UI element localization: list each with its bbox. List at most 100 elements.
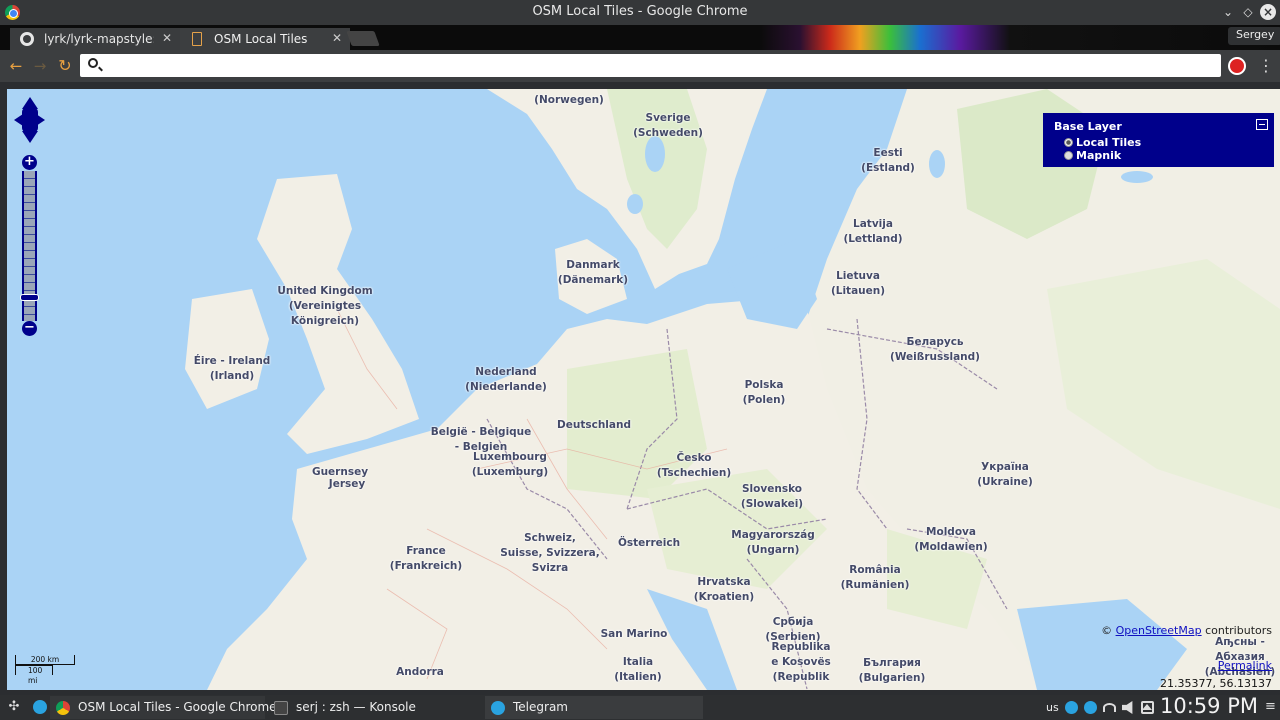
basemap-tiles xyxy=(185,89,1280,690)
app-launcher-icon[interactable]: ✣ xyxy=(6,699,22,715)
extension-icon[interactable] xyxy=(1228,57,1246,75)
task-telegram[interactable]: Telegram xyxy=(485,696,703,719)
minimize-icon[interactable] xyxy=(1256,119,1268,130)
place-label: Аҧсны - Абхазия (Abchasien) xyxy=(1204,636,1276,678)
attribution-suffix: contributors xyxy=(1205,624,1272,637)
telegram-tray-icon[interactable] xyxy=(1084,701,1097,714)
tab-label: lyrk/lyrk-mapstyle: The xyxy=(44,32,154,46)
place-label: Italia (Italien) xyxy=(614,656,662,683)
close-icon[interactable]: ✕ xyxy=(332,31,342,45)
chrome-icon xyxy=(56,701,70,715)
map-attribution: © OpenStreetMap contributors xyxy=(1101,624,1272,637)
osm-attribution-link[interactable]: OpenStreetMap xyxy=(1116,624,1202,637)
telegram-icon xyxy=(491,701,505,715)
pan-zoom-control: + − xyxy=(14,97,46,337)
place-label: Danmark (Dänemark) xyxy=(557,259,629,286)
mouse-position-readout: 21.35377, 56.13137 xyxy=(1160,677,1272,690)
attribution-prefix: © xyxy=(1101,624,1113,637)
place-label: Luxembourg (Luxemburg) xyxy=(471,451,549,478)
zoom-out-icon[interactable]: − xyxy=(22,321,37,336)
window-titlebar: OSM Local Tiles - Google Chrome ⌄ ◇ × xyxy=(0,0,1280,25)
zoom-slider-handle[interactable] xyxy=(20,294,39,301)
place-label: România (Rumänien) xyxy=(840,564,910,591)
place-label: Hrvatska (Kroatien) xyxy=(693,576,755,603)
layer-option-local-tiles[interactable]: Local Tiles xyxy=(1064,136,1141,149)
map-viewport[interactable]: (Norwegen) Sverige (Schweden) Eesti (Est… xyxy=(7,89,1280,690)
pan-right-arrow-icon[interactable] xyxy=(33,112,45,128)
permalink-link[interactable]: Permalink xyxy=(1218,659,1272,672)
place-label: Deutschland xyxy=(557,419,631,431)
radio-selected-icon[interactable] xyxy=(1064,138,1073,147)
wifi-icon[interactable] xyxy=(1103,703,1116,712)
keyboard-layout-indicator[interactable]: us xyxy=(1046,701,1059,714)
place-label: Magyarország (Ungarn) xyxy=(731,529,815,556)
tab-github[interactable]: lyrk/lyrk-mapstyle: The ✕ xyxy=(10,28,180,50)
maximize-icon[interactable]: ◇ xyxy=(1240,4,1256,20)
close-icon[interactable]: × xyxy=(1260,4,1276,20)
taskbar: ✣ OSM Local Tiles - Google Chrome serj :… xyxy=(0,694,1280,720)
place-label: Slovensko (Slowakei) xyxy=(740,483,804,510)
window-title: OSM Local Tiles - Google Chrome xyxy=(532,4,748,19)
place-label: Eesti (Estland) xyxy=(861,147,915,174)
place-label: Jersey xyxy=(328,478,366,490)
page-icon xyxy=(192,32,202,46)
place-label: Polska (Polen) xyxy=(742,379,786,406)
layer-option-label: Local Tiles xyxy=(1076,136,1142,149)
task-konsole[interactable]: serj : zsh — Konsole xyxy=(268,696,483,719)
back-arrow-icon[interactable]: ← xyxy=(6,56,26,76)
layer-switcher: Base Layer Local Tiles Mapnik xyxy=(1043,113,1274,167)
terminal-icon xyxy=(274,701,288,715)
search-icon xyxy=(88,58,98,68)
layer-option-mapnik[interactable]: Mapnik xyxy=(1064,149,1121,162)
place-label: България (Bulgarien) xyxy=(858,657,926,684)
place-label: Беларусь (Weißrussland) xyxy=(890,336,980,363)
close-icon[interactable]: ✕ xyxy=(162,31,172,45)
place-label: Україна (Ukraine) xyxy=(977,461,1033,488)
place-label: San Marino xyxy=(600,628,668,640)
tab-label: OSM Local Tiles xyxy=(214,32,308,46)
task-label: serj : zsh — Konsole xyxy=(296,700,416,714)
telegram-tray-icon[interactable] xyxy=(1065,701,1078,714)
address-bar[interactable] xyxy=(80,54,1221,77)
menu-dots-icon[interactable]: ⋮ xyxy=(1258,56,1274,75)
scale-line: 200 km 100 mi xyxy=(15,655,75,685)
place-label: (Norwegen) xyxy=(534,94,604,106)
chevron-down-icon[interactable]: ⌄ xyxy=(1220,4,1236,20)
place-label: Schweiz, Suisse, Svizzera, Svizra xyxy=(500,532,600,574)
telegram-icon[interactable] xyxy=(33,700,47,714)
radio-unselected-icon[interactable] xyxy=(1064,151,1073,160)
menu-icon[interactable]: ≡ xyxy=(1265,699,1276,714)
clock[interactable]: 10:59 PM xyxy=(1160,694,1258,718)
place-label: United Kingdom (Vereinigtes Königreich) xyxy=(277,285,373,327)
reload-icon[interactable]: ↻ xyxy=(55,56,75,76)
place-label: Lietuva (Litauen) xyxy=(830,270,886,297)
tab-osm-local-tiles[interactable]: OSM Local Tiles ✕ xyxy=(180,28,350,50)
task-label: OSM Local Tiles - Google Chrome xyxy=(78,700,277,714)
place-label: Moldova (Moldawien) xyxy=(914,526,988,553)
scale-mi-label: 100 mi xyxy=(15,665,53,685)
github-icon xyxy=(20,32,34,46)
scale-km-label: 200 km xyxy=(15,655,75,665)
place-label: Andorra xyxy=(396,666,444,678)
task-label: Telegram xyxy=(513,700,568,714)
place-label: Česko (Tschechien) xyxy=(656,452,732,479)
layer-option-label: Mapnik xyxy=(1076,149,1122,162)
place-label: Latvija (Lettland) xyxy=(843,218,903,245)
zoom-in-icon[interactable]: + xyxy=(22,155,37,170)
pan-down-arrow-icon[interactable] xyxy=(22,131,38,143)
tray-expand-icon[interactable] xyxy=(1142,704,1152,710)
place-label: Republika e Kosovës (Republik xyxy=(771,641,831,683)
tab-strip: lyrk/lyrk-mapstyle: The ✕ OSM Local Tile… xyxy=(0,25,1280,50)
place-label: Nederland (Niederlande) xyxy=(465,366,547,393)
address-input[interactable] xyxy=(106,56,1206,75)
forward-arrow-icon[interactable]: → xyxy=(30,56,50,76)
place-label: France (Frankreich) xyxy=(389,545,463,572)
profile-button[interactable]: Sergey xyxy=(1228,27,1280,45)
pan-left-arrow-icon[interactable] xyxy=(14,112,26,128)
volume-icon[interactable] xyxy=(1122,701,1133,714)
place-label: Sverige (Schweden) xyxy=(633,112,703,139)
new-tab-button[interactable] xyxy=(346,31,380,46)
pan-up-arrow-icon[interactable] xyxy=(22,97,38,109)
task-chrome[interactable]: OSM Local Tiles - Google Chrome xyxy=(50,696,277,719)
place-label: Éire - Ireland (Irland) xyxy=(193,355,271,382)
